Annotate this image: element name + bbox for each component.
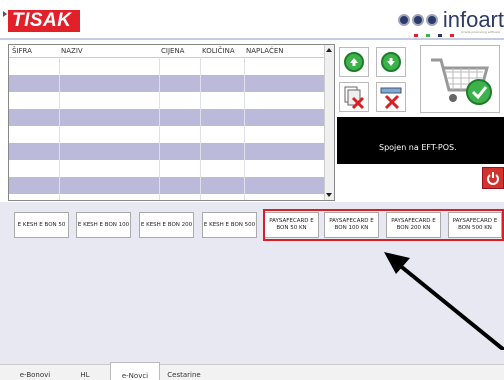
arrow-down-icon — [381, 52, 401, 72]
column-header-naziv: NAZIV — [61, 47, 83, 55]
move-down-button[interactable] — [376, 47, 406, 77]
tab-hl[interactable]: HL — [62, 366, 108, 379]
power-icon — [487, 172, 499, 185]
voucher-button-ekesh-200[interactable]: E KESH E BON 200 — [139, 212, 194, 238]
items-grid[interactable]: ŠIFRA NAZIV CIJENA KOLIČINA NAPLAĆEN — [8, 44, 335, 201]
table-row[interactable] — [9, 160, 324, 177]
scroll-up-icon[interactable] — [326, 48, 332, 52]
table-row[interactable] — [9, 109, 324, 126]
table-row[interactable] — [9, 143, 324, 160]
brand-dot-icon — [425, 14, 438, 26]
brand-dot-icon — [411, 14, 424, 26]
brand-dot-icon — [397, 14, 410, 26]
move-up-button[interactable] — [339, 47, 369, 77]
column-divider — [200, 57, 201, 200]
table-row[interactable] — [9, 177, 324, 194]
voucher-button-ekesh-500[interactable]: E KESH E BON 500 — [202, 212, 257, 238]
voucher-button-ekesh-100[interactable]: E KESH E BON 100 — [76, 212, 131, 238]
delete-document-icon — [344, 86, 365, 110]
table-row[interactable] — [9, 126, 324, 143]
tab-e-novci[interactable]: e-Novci — [110, 362, 160, 380]
eft-pos-status-text: Spojen na EFT-POS. — [379, 143, 457, 152]
table-row[interactable] — [9, 75, 324, 92]
mouse-cursor-icon — [3, 11, 7, 17]
table-row[interactable] — [9, 92, 324, 109]
brand-color-bar — [414, 34, 454, 37]
annotation-arrow-icon — [384, 252, 504, 350]
shopping-cart-check-icon — [431, 58, 492, 105]
grid-header: ŠIFRA NAZIV CIJENA KOLIČINA NAPLAĆEN — [9, 45, 324, 58]
column-header-kolicina: KOLIČINA — [202, 47, 235, 55]
paysafecard-highlight-box — [263, 209, 504, 241]
grid-scrollbar[interactable] — [324, 45, 334, 200]
tab-e-bonovi[interactable]: e-Bonovi — [10, 366, 60, 379]
column-divider — [244, 57, 245, 200]
tisak-logo: TISAK — [8, 10, 80, 32]
column-divider — [159, 57, 160, 200]
delete-row-button[interactable] — [376, 82, 406, 112]
scroll-down-icon[interactable] — [326, 193, 332, 197]
power-button[interactable] — [482, 167, 504, 189]
tab-cestarine[interactable]: Cestarine — [160, 366, 208, 379]
delete-row-icon — [380, 87, 402, 110]
voucher-button-ekesh-50[interactable]: E KESH E BON 50 — [14, 212, 69, 238]
checkout-cart-button[interactable] — [420, 45, 500, 113]
eft-pos-status-panel: Spojen na EFT-POS. — [337, 117, 504, 164]
column-header-naplacen: NAPLAĆEN — [246, 47, 284, 55]
column-header-cijena: CIJENA — [161, 47, 185, 55]
column-divider — [59, 57, 60, 200]
header-divider — [0, 38, 504, 40]
arrow-up-icon — [344, 52, 364, 72]
table-row[interactable] — [9, 58, 324, 75]
column-header-sifra: ŠIFRA — [12, 47, 32, 55]
brand-subtitle: izrada poslovnog softvera — [461, 30, 500, 34]
delete-document-button[interactable] — [339, 82, 369, 112]
